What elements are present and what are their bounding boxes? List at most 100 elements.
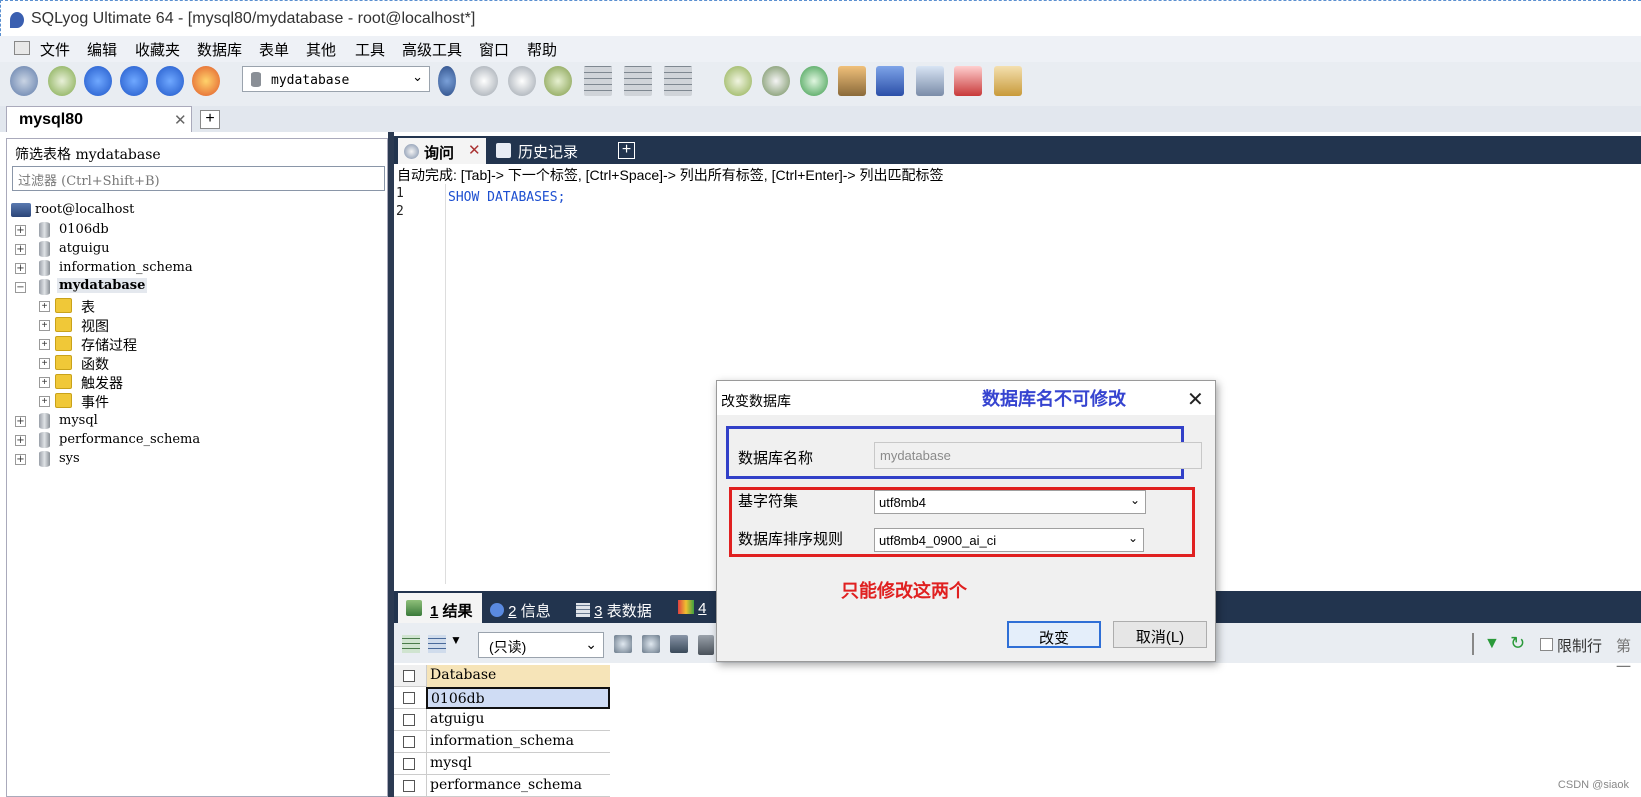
charset-select[interactable]: utf8mb4 ⌄: [874, 490, 1146, 514]
collapse-icon[interactable]: −: [15, 282, 26, 293]
cancel-button[interactable]: 取消(L): [1113, 621, 1207, 648]
table-row[interactable]: 0106db: [394, 687, 610, 709]
menu-favorites[interactable]: 收藏夹: [135, 39, 180, 60]
menu-help[interactable]: 帮助: [527, 39, 557, 60]
connection-tab[interactable]: mysql80: [6, 106, 192, 132]
expand-icon[interactable]: +: [15, 454, 26, 465]
table-copy-icon[interactable]: [664, 66, 692, 96]
table-row[interactable]: performance_schema: [394, 775, 610, 797]
column-header[interactable]: Database: [426, 665, 610, 687]
limit-rows-checkbox[interactable]: [1540, 638, 1553, 651]
row-checkbox[interactable]: [403, 736, 415, 748]
table-cell[interactable]: information_schema: [426, 731, 610, 753]
menu-advanced-tools[interactable]: 高级工具: [402, 39, 462, 60]
close-icon[interactable]: ✕: [174, 111, 187, 129]
table-data-icon: [576, 603, 590, 617]
expand-icon[interactable]: +: [39, 301, 50, 312]
sync-icon[interactable]: [724, 66, 752, 96]
add-connection-button[interactable]: +: [200, 110, 220, 129]
users-icon[interactable]: [192, 66, 220, 96]
table-cell[interactable]: performance_schema: [426, 775, 610, 797]
menu-file[interactable]: 文件: [40, 39, 70, 60]
line-number-gutter: 1 2: [394, 184, 446, 584]
expand-icon[interactable]: +: [15, 435, 26, 446]
filter-icon[interactable]: ▼: [1484, 635, 1500, 653]
row-checkbox[interactable]: [403, 714, 415, 726]
database-select[interactable]: mydatabase ⌄: [242, 66, 430, 92]
filter-input[interactable]: 过滤器 (Ctrl+Shift+B): [12, 166, 385, 191]
menu-others[interactable]: 其他: [306, 39, 336, 60]
sqlyog-logo-icon: [10, 12, 24, 28]
table-cell[interactable]: atguigu: [426, 709, 610, 731]
export-icon[interactable]: [402, 635, 420, 653]
backup-db-icon[interactable]: [470, 66, 498, 96]
table-cell[interactable]: 0106db: [426, 687, 610, 709]
line-number: 1: [396, 186, 404, 201]
tab-table-data[interactable]: 3 表数据: [576, 600, 652, 621]
execute-all-icon[interactable]: [120, 66, 148, 96]
sql-code-line[interactable]: SHOW DATABASES;: [448, 190, 565, 205]
user-manager-icon[interactable]: [438, 66, 456, 96]
expand-icon[interactable]: +: [15, 244, 26, 255]
expand-icon[interactable]: +: [39, 396, 50, 407]
table-row[interactable]: information_schema: [394, 731, 610, 753]
execute-query-icon[interactable]: [84, 66, 112, 96]
window-menu-icon[interactable]: [14, 41, 30, 55]
tab-4[interactable]: 4: [678, 600, 707, 617]
dialog-title: 改变数据库: [721, 393, 791, 409]
select-all-checkbox[interactable]: [403, 670, 415, 682]
expand-icon[interactable]: +: [39, 377, 50, 388]
readonly-select[interactable]: (只读) ⌄: [478, 632, 604, 658]
close-icon[interactable]: ✕: [1187, 387, 1204, 412]
tab-messages[interactable]: 2 信息: [490, 600, 551, 621]
table-row[interactable]: mysql: [394, 753, 610, 775]
table-cell[interactable]: mysql: [426, 753, 610, 775]
insert-row-icon[interactable]: [614, 635, 632, 653]
expand-icon[interactable]: +: [15, 263, 26, 274]
expand-icon[interactable]: +: [39, 339, 50, 350]
scheduled-jobs-icon[interactable]: [876, 66, 904, 96]
save-icon[interactable]: [670, 635, 688, 653]
schema-designer-icon[interactable]: [954, 66, 982, 96]
new-connection-icon[interactable]: [10, 66, 38, 96]
data-sync-icon[interactable]: [800, 66, 828, 96]
schema-sync-icon[interactable]: [762, 66, 790, 96]
tab-result[interactable]: 1 结果: [398, 593, 482, 623]
close-icon[interactable]: ✕: [468, 141, 481, 159]
menu-edit[interactable]: 编辑: [87, 39, 117, 60]
refresh-icon[interactable]: ↻: [1510, 633, 1525, 654]
menu-window[interactable]: 窗口: [479, 39, 509, 60]
restore-db-icon[interactable]: [508, 66, 536, 96]
report-icon[interactable]: [916, 66, 944, 96]
grid-view-icon[interactable]: [428, 635, 446, 653]
menu-tools[interactable]: 工具: [355, 39, 385, 60]
query-builder-icon[interactable]: [994, 66, 1022, 96]
chevron-down-icon: ⌄: [1127, 531, 1138, 545]
chevron-down-icon[interactable]: ▼: [450, 633, 462, 647]
editor-tab-strip: 询问 ✕ 历史记录 +: [394, 136, 1641, 164]
menu-database[interactable]: 数据库: [197, 39, 242, 60]
database-icon: [39, 451, 50, 467]
tab-history[interactable]: 历史记录: [494, 140, 604, 164]
change-button[interactable]: 改变: [1007, 621, 1101, 648]
expand-icon[interactable]: +: [39, 320, 50, 331]
row-checkbox[interactable]: [403, 692, 415, 704]
table-icon[interactable]: [584, 66, 612, 96]
migration-icon[interactable]: [838, 66, 866, 96]
add-tab-button[interactable]: +: [618, 142, 635, 159]
expand-icon[interactable]: +: [39, 358, 50, 369]
import-icon[interactable]: [544, 66, 572, 96]
table-row[interactable]: atguigu: [394, 709, 610, 731]
new-query-icon[interactable]: [48, 66, 76, 96]
tab-query[interactable]: 询问 ✕: [398, 138, 486, 164]
delete-icon[interactable]: [698, 635, 714, 655]
expand-icon[interactable]: +: [15, 225, 26, 236]
refresh-icon[interactable]: [156, 66, 184, 96]
menu-table[interactable]: 表单: [259, 39, 289, 60]
row-checkbox[interactable]: [403, 758, 415, 770]
duplicate-row-icon[interactable]: [642, 635, 660, 653]
table-data-icon[interactable]: [624, 66, 652, 96]
collation-select[interactable]: utf8mb4_0900_ai_ci ⌄: [874, 528, 1144, 552]
expand-icon[interactable]: +: [15, 416, 26, 427]
row-checkbox[interactable]: [403, 780, 415, 792]
